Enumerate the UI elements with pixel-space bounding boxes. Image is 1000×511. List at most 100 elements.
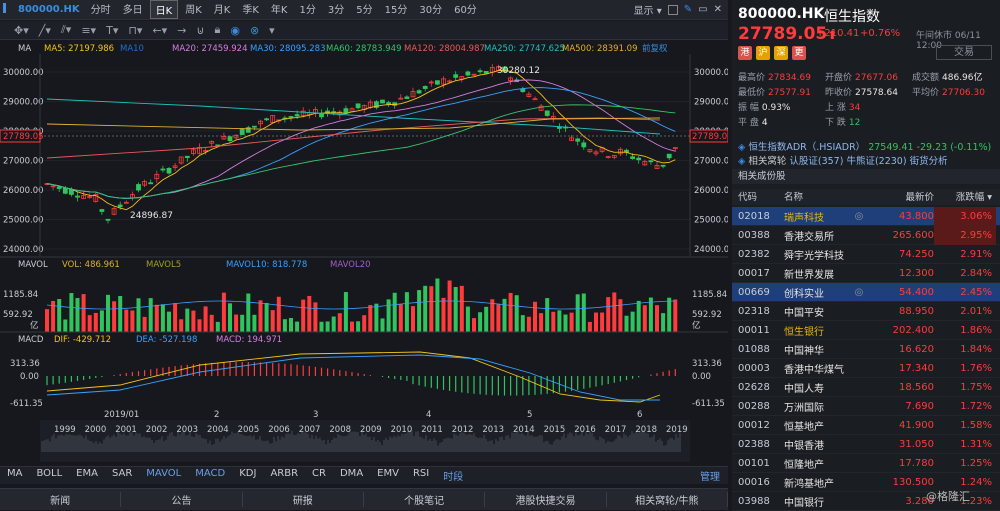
period-10[interactable]: 15分: [380, 0, 413, 19]
close-icon[interactable]: ✕: [714, 4, 722, 15]
period-5[interactable]: 季K: [237, 0, 264, 19]
volume-bar: [57, 299, 62, 332]
tab-3[interactable]: SAR: [105, 468, 139, 483]
fib-tool-icon[interactable]: ≡▾: [81, 24, 96, 37]
undo-icon[interactable]: ←▾: [152, 24, 167, 37]
table-row[interactable]: 02318 中国平安 88.950 2.01%: [732, 302, 1000, 321]
table-row[interactable]: 00003 香港中华煤气 17.340 1.76%: [732, 359, 1000, 378]
period-4[interactable]: 月K: [209, 0, 236, 19]
table-row[interactable]: 00017 新世界发展 12.300 2.84%: [732, 264, 1000, 283]
tab-2[interactable]: EMA: [69, 468, 105, 483]
sh-badge-icon[interactable]: 沪: [756, 46, 770, 60]
candle-body: [483, 71, 489, 74]
adr-row[interactable]: ◈ 恒生指数ADR（.HSIADR） 27549.41 -29.23 (-0.1…: [738, 139, 998, 153]
eye-icon[interactable]: ◉: [230, 24, 240, 37]
tab-8[interactable]: CR: [305, 468, 333, 483]
stat-8: [912, 100, 915, 111]
bottom-nav-2[interactable]: 研报: [243, 492, 364, 507]
lock-icon[interactable]: 🔒︎: [214, 23, 220, 37]
text-tool-icon[interactable]: T▾: [106, 24, 118, 37]
window-icon[interactable]: ▭: [698, 4, 707, 15]
line-tool-icon[interactable]: ╱▾: [39, 24, 51, 37]
table-row[interactable]: 00012 恒基地产 41.900 1.58%: [732, 416, 1000, 435]
tab-0[interactable]: MA: [0, 468, 29, 483]
tab-1[interactable]: BOLL: [29, 468, 69, 483]
bottom-nav-0[interactable]: 新闻: [0, 492, 122, 507]
more-badge-icon[interactable]: 更: [792, 46, 806, 60]
bottom-nav-3[interactable]: 个股笔记: [364, 492, 486, 507]
table-row[interactable]: 00101 恒隆地产 17.780 1.25%: [732, 454, 1000, 473]
eye-icon[interactable]: ◎: [850, 211, 868, 222]
parallel-tool-icon[interactable]: ⫽▾: [61, 23, 71, 37]
period-2[interactable]: 日K: [149, 0, 179, 19]
kline-chart[interactable]: MA MA5: 27197.986 MA10 MA20: 27459.924 MA30…: [0, 40, 728, 464]
year-label-15: 2014: [513, 425, 535, 435]
col-pct[interactable]: 涨跌幅 ▾: [934, 189, 996, 205]
table-row[interactable]: 02018 瑞声科技 ◎ 43.800 3.06%: [732, 206, 1000, 226]
hk-badge-icon[interactable]: 港: [738, 46, 752, 60]
table-row[interactable]: 02628 中国人寿 18.560 1.75%: [732, 378, 1000, 397]
period-11[interactable]: 30分: [414, 0, 447, 19]
magnet-icon[interactable]: ⊍: [196, 24, 204, 37]
period-6[interactable]: 年K: [266, 0, 293, 19]
shape-tool-icon[interactable]: ⊓▾: [128, 24, 142, 37]
month-label-1: 2: [214, 410, 219, 420]
table-row[interactable]: 00011 恒生银行 202.400 1.86%: [732, 321, 1000, 340]
eye-icon[interactable]: ◎: [850, 287, 868, 298]
period-7[interactable]: 1分: [294, 0, 320, 19]
year-label-8: 2007: [299, 425, 321, 435]
col-name[interactable]: 名称: [780, 189, 850, 205]
year-label-19: 2018: [635, 425, 657, 435]
tab-4[interactable]: MAVOL: [139, 468, 188, 483]
sz-badge-icon[interactable]: 深: [774, 46, 788, 60]
crosshair-tool-icon[interactable]: ✥▾: [14, 24, 29, 37]
tab-9[interactable]: DMA: [333, 468, 370, 483]
bottom-nav-1[interactable]: 公告: [121, 492, 243, 507]
candle-body: [544, 110, 550, 116]
period-0[interactable]: 分时: [86, 0, 116, 19]
bottom-nav-4[interactable]: 港股快捷交易: [485, 492, 607, 507]
pen-icon[interactable]: ✎: [684, 4, 692, 15]
menu-icon[interactable]: [3, 3, 13, 13]
col-code[interactable]: 代码: [732, 189, 780, 205]
price-tick-left-4: 26000.00: [3, 186, 44, 196]
tab-6[interactable]: KDJ: [232, 468, 263, 483]
manage-link[interactable]: 管理: [700, 468, 720, 483]
tab-10[interactable]: EMV: [370, 468, 406, 483]
period-12[interactable]: 60分: [449, 0, 482, 19]
year-label-18: 2017: [605, 425, 627, 435]
delete-icon[interactable]: ⊗: [250, 24, 259, 37]
adjust-label[interactable]: 前复权: [642, 43, 668, 54]
warrant-link[interactable]: 认股证(357): [789, 156, 843, 167]
col-price[interactable]: 最新价: [868, 189, 934, 205]
table-row[interactable]: 00388 香港交易所 265.600 2.95%: [732, 225, 1000, 245]
table-row[interactable]: 02388 中银香港 31.050 1.31%: [732, 435, 1000, 454]
table-row[interactable]: 02382 舜宇光学科技 74.250 2.91%: [732, 245, 1000, 264]
volume-bar: [545, 298, 550, 332]
tab-11[interactable]: RSI: [406, 468, 436, 483]
table-row[interactable]: 01088 中国神华 16.620 1.84%: [732, 340, 1000, 359]
street-analysis-link[interactable]: 街货分析: [910, 156, 948, 167]
redo-icon[interactable]: →: [177, 24, 186, 37]
cbbc-link[interactable]: 牛熊证(2230): [846, 156, 906, 167]
period-1[interactable]: 多日: [118, 0, 148, 19]
period-8[interactable]: 3分: [323, 0, 349, 19]
more-icon[interactable]: ▾: [269, 24, 275, 37]
table-row[interactable]: 00288 万洲国际 7.690 1.72%: [732, 397, 1000, 416]
display-menu[interactable]: 显示 ▾: [634, 2, 662, 17]
period-3[interactable]: 周K: [180, 0, 207, 19]
candle-body: [239, 128, 245, 135]
trade-button[interactable]: 交易: [936, 45, 992, 60]
volume-bar: [459, 285, 464, 332]
period-9[interactable]: 5分: [351, 0, 377, 19]
volume-bar: [228, 303, 232, 332]
tab-5[interactable]: MACD: [188, 468, 232, 483]
table-row[interactable]: 00669 创科实业 ◎ 54.400 2.45%: [732, 283, 1000, 302]
bottom-nav-5[interactable]: 相关窝轮/牛熊: [607, 492, 728, 507]
tab-7[interactable]: ARBR: [263, 468, 305, 483]
year-label-20: 2019: [666, 425, 688, 435]
checkbox-icon[interactable]: [667, 4, 678, 15]
tab-12[interactable]: 时段: [436, 468, 470, 483]
row-name: 恒生银行: [784, 326, 824, 338]
volume-bar: [191, 310, 196, 332]
